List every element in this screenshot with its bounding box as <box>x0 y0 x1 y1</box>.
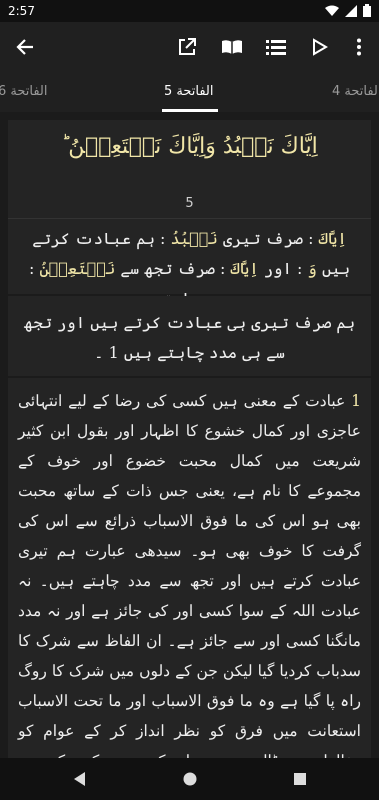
play-button[interactable] <box>307 34 333 60</box>
ayah-tabs: الفاتحة 6 الفاتحة 5 الفاتحة 4 <box>0 72 379 112</box>
translation-text: ہم صرف تیری ہی عبادت کرتے ہیں اور تجھ سے… <box>23 313 356 362</box>
nav-home-icon[interactable] <box>180 769 200 789</box>
tafsir-footnote-number: 1 <box>351 392 361 410</box>
tafsir-body: 1 عبادت کے معنی ہیں کسی کی رضا کے لیے ان… <box>18 386 361 758</box>
nav-recents-icon[interactable] <box>290 769 310 789</box>
wbw-word-4-meaning: : صرف تجھ سے <box>120 259 226 278</box>
wbw-word-2-arabic: نَعۡبُدُ <box>170 229 218 248</box>
list-icon <box>266 40 286 55</box>
wifi-icon <box>325 5 339 16</box>
wbw-word-4-arabic: اِيَّاكَ <box>230 259 259 278</box>
wbw-word-5-arabic: نَسۡتَعِيۡنُ <box>39 259 116 278</box>
back-arrow-icon <box>16 39 33 55</box>
wbw-word-1-arabic: اِيَّاكَ <box>318 229 347 248</box>
more-vert-icon <box>357 38 361 56</box>
status-bar: 2:57 <box>0 0 379 22</box>
open-external-button[interactable] <box>174 34 200 60</box>
system-navigation-bar <box>0 758 379 800</box>
status-time: 2:57 <box>8 4 35 18</box>
quran-book-icon <box>222 40 242 54</box>
divider <box>8 218 371 219</box>
play-icon <box>313 38 328 56</box>
back-button[interactable] <box>12 34 38 60</box>
wbw-word-3-meaning: : اور <box>263 259 303 278</box>
wbw-word-3-arabic: وَ <box>307 259 317 278</box>
ayah-card: اِيَّاكَ نَعۡبُدُ وَاِيَّاكَ نَسۡتَعِيۡن… <box>8 120 371 308</box>
ayah-content[interactable]: اِيَّاكَ نَعۡبُدُ وَاِيَّاكَ نَسۡتَعِيۡن… <box>0 112 379 758</box>
list-button[interactable] <box>263 34 289 60</box>
status-icons <box>325 4 371 17</box>
signal-icon <box>345 4 357 17</box>
tab-ayah-5[interactable]: الفاتحة 5 <box>164 84 214 99</box>
nav-back-icon[interactable] <box>70 769 90 789</box>
tab-ayah-4[interactable]: الفاتحة 4 <box>332 84 379 99</box>
open-external-icon <box>179 38 196 55</box>
toolbar <box>0 22 379 72</box>
translation-card: ہم صرف تیری ہی عبادت کرتے ہیں اور تجھ سے… <box>8 296 371 376</box>
wbw-word-1-meaning: : صرف تیری <box>222 229 314 248</box>
tafsir-text: عبادت کے معنی ہیں کسی کی رضا کے لیے انتہ… <box>18 392 361 758</box>
ayah-arabic-text: اِيَّاكَ نَعۡبُدُ وَاِيَّاكَ نَسۡتَعِيۡن… <box>61 134 318 159</box>
more-options-button[interactable] <box>346 34 372 60</box>
battery-icon <box>363 4 371 17</box>
ayah-number: 5 <box>185 196 194 211</box>
tafsir-card: 1 عبادت کے معنی ہیں کسی کی رضا کے لیے ان… <box>8 378 371 758</box>
tab-ayah-6[interactable]: الفاتحة 6 <box>0 84 48 99</box>
quran-book-button[interactable] <box>219 34 245 60</box>
